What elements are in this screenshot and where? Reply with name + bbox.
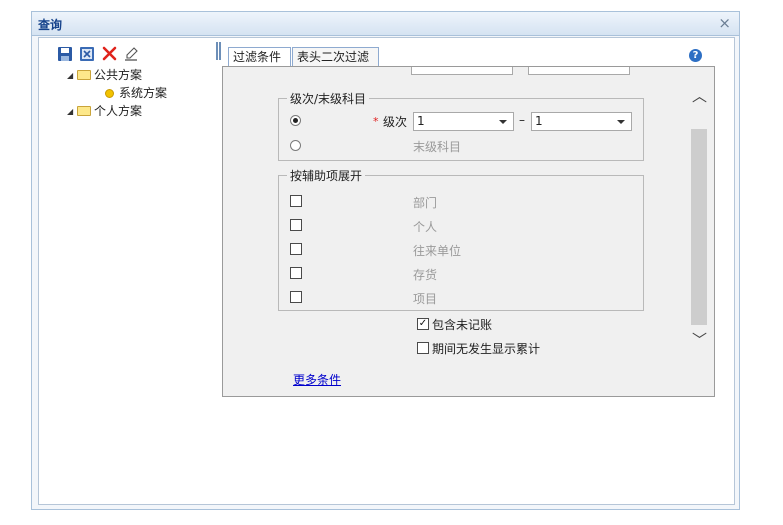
show-cumulative-label: 期间无发生显示累计 (432, 342, 541, 356)
aux-label-department: 部门 (413, 196, 438, 210)
tree-node-personal[interactable]: ◢ 个人方案 (67, 103, 142, 120)
last-level-label: 末级科目 (413, 140, 462, 154)
level-radio[interactable] (290, 115, 301, 126)
chevron-down-icon (499, 120, 507, 124)
chevron-down-icon (617, 120, 625, 124)
required-mark: * (373, 115, 379, 128)
aux-checkbox-department[interactable] (290, 195, 302, 207)
aux-label-person: 个人 (413, 220, 438, 234)
delete-icon[interactable] (101, 46, 117, 62)
dialog-title: 查询 (38, 18, 63, 32)
edit-icon[interactable] (123, 46, 139, 62)
save-as-icon[interactable] (79, 46, 95, 62)
dialog-body: ◢ 公共方案 系统方案 ◢ 个人方案 过滤条件 表头二次过滤 ? 级次/末级科目 * (38, 37, 735, 505)
help-icon[interactable]: ? (689, 49, 702, 62)
clipped-field (528, 67, 630, 75)
aux-label-partner: 往来单位 (413, 244, 462, 258)
aux-checkbox-project[interactable] (290, 291, 302, 303)
filter-panel: 级次/末级科目 * 级次 1 – 1 末级科目 按辅助项展开 部门 个人 往来单… (222, 66, 715, 397)
level-group-title: 级次/末级科目 (287, 90, 370, 107)
folder-icon (77, 106, 91, 116)
aux-label-project: 项目 (413, 292, 438, 306)
expand-triangle-icon[interactable]: ◢ (67, 103, 77, 120)
tree-label-system: 系统方案 (119, 86, 168, 100)
pane-splitter[interactable] (216, 42, 221, 60)
show-cumulative-checkbox[interactable] (417, 342, 429, 354)
close-icon[interactable]: × (718, 14, 731, 32)
tree-node-public[interactable]: ◢ 公共方案 (67, 67, 142, 84)
level-to-select[interactable]: 1 (531, 112, 632, 131)
aux-checkbox-partner[interactable] (290, 243, 302, 255)
last-level-radio[interactable] (290, 140, 301, 151)
level-to-value: 1 (535, 114, 543, 128)
query-dialog: 查询 × ◢ 公共方案 系统方案 ◢ 个人方案 过滤条件 表头二次过滤 ? 级次… (31, 11, 740, 510)
tree-node-system[interactable]: 系统方案 (105, 85, 167, 102)
tab-header-secondary-filter[interactable]: 表头二次过滤 (292, 47, 379, 66)
expand-triangle-icon[interactable]: ◢ (67, 67, 77, 84)
include-unposted-checkbox[interactable]: ✓ (417, 318, 429, 330)
aux-label-inventory: 存货 (413, 268, 438, 282)
range-dash: – (519, 113, 525, 127)
title-bar: 查询 × (32, 12, 739, 36)
aux-checkbox-inventory[interactable] (290, 267, 302, 279)
level-label: 级次 (383, 115, 408, 129)
more-conditions-link[interactable]: 更多条件 (293, 371, 341, 388)
include-unposted-label: 包含未记账 (432, 318, 493, 332)
bullet-icon (105, 89, 114, 98)
vertical-scrollbar[interactable]: ︿ ﹀ (690, 67, 708, 396)
folder-icon (77, 70, 91, 80)
scroll-up-icon[interactable]: ︿ (692, 85, 707, 106)
tree-label-personal: 个人方案 (94, 104, 143, 118)
aux-expand-group: 按辅助项展开 部门 个人 往来单位 存货 项目 (278, 167, 644, 311)
tree-label-public: 公共方案 (94, 68, 143, 82)
save-icon[interactable] (57, 46, 73, 62)
aux-checkbox-person[interactable] (290, 219, 302, 231)
level-group: 级次/末级科目 * 级次 1 – 1 末级科目 (278, 90, 644, 161)
level-from-select[interactable]: 1 (413, 112, 514, 131)
clipped-field (411, 67, 513, 75)
scroll-down-icon[interactable]: ﹀ (692, 329, 707, 350)
aux-group-title: 按辅助项展开 (287, 167, 366, 184)
level-from-value: 1 (417, 114, 425, 128)
tab-filter-conditions[interactable]: 过滤条件 (228, 47, 291, 67)
scroll-thumb[interactable] (691, 129, 707, 325)
